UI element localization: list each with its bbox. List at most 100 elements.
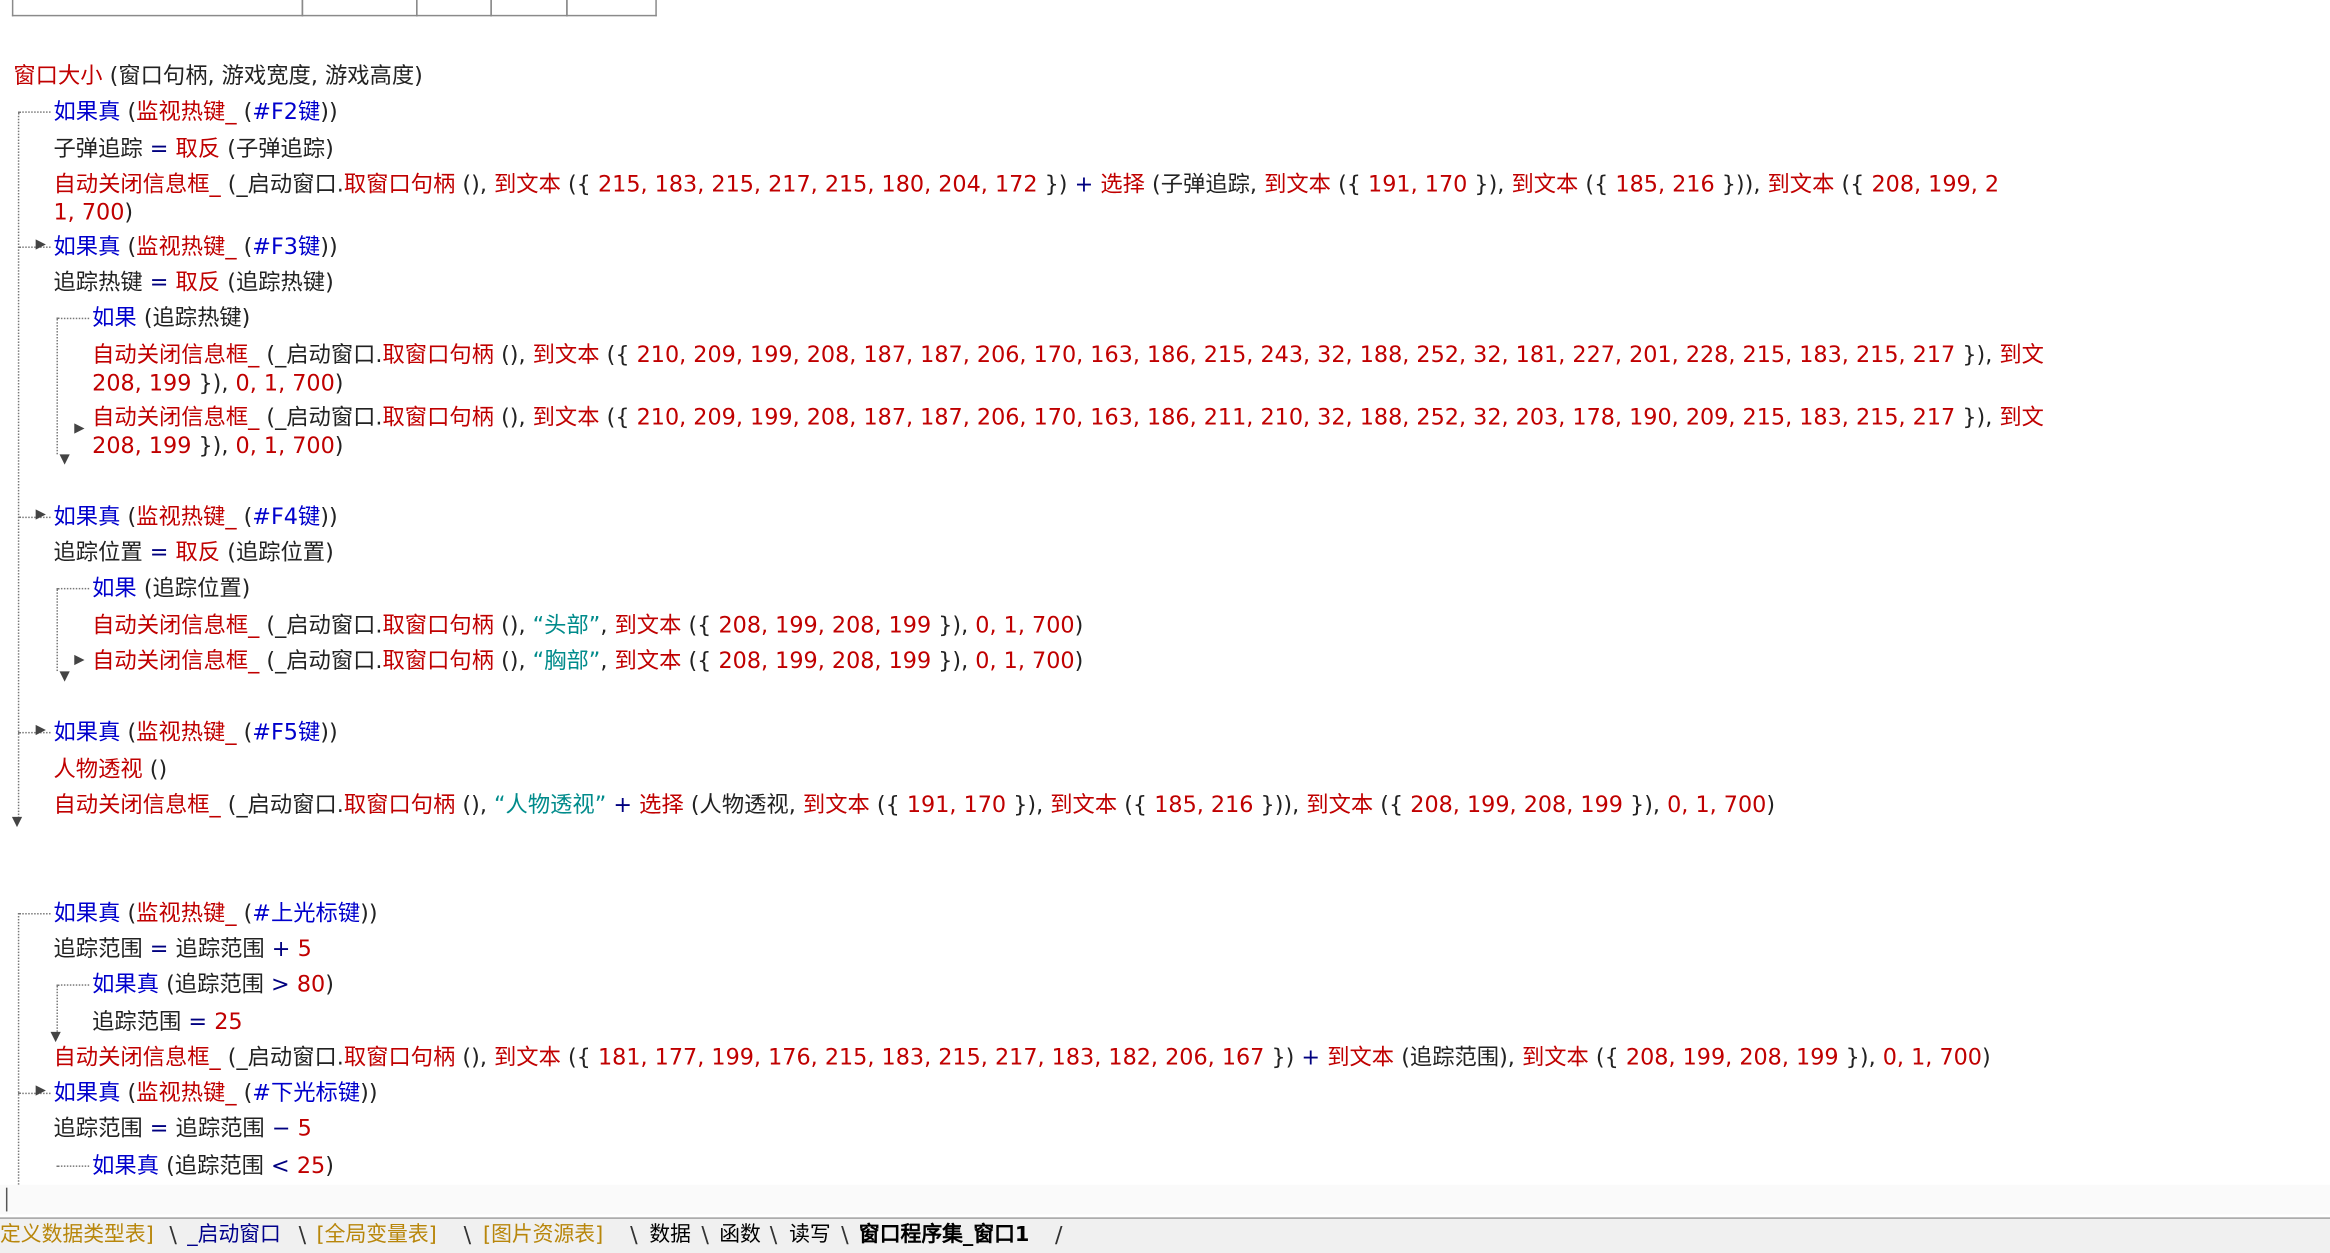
code-line[interactable]: 自动关闭信息框_ (_启动窗口.取窗口句柄 (), “胸部”, 到文本 ({ 2… — [92, 646, 1083, 676]
code-token: 追踪范围 — [53, 935, 150, 963]
code-token: 215, 183, 215, 217, 215, 180, 204, 172 — [597, 170, 1038, 198]
tab-startup-window[interactable]: _启动窗口 — [187, 1222, 281, 1249]
code-line[interactable]: 如果 (追踪位置) — [92, 573, 250, 603]
code-line[interactable]: 自动关闭信息框_ (_启动窗口.取窗口句柄 (), 到文本 ({ 181, 17… — [53, 1042, 1990, 1072]
code-token: 208, 199, 208, 199 — [718, 647, 932, 675]
tab-functions[interactable]: 函数 — [719, 1222, 761, 1249]
code-line[interactable]: 如果 (追踪热键) — [92, 303, 250, 333]
code-line[interactable]: 208, 199 }), 0, 1, 700) — [92, 431, 343, 461]
code-line[interactable]: 追踪范围 = 追踪范围 − 5 — [53, 1113, 311, 1143]
code-line[interactable]: 追踪位置 = 取反 (追踪位置) — [53, 537, 333, 567]
code-line[interactable]: 如果真 (追踪范围 < 25) — [92, 1151, 334, 1181]
code-token: ({ — [599, 403, 637, 431]
tab-read-write[interactable]: 读写 — [789, 1222, 831, 1249]
code-token: ({ — [1330, 170, 1369, 198]
code-line[interactable]: 自动关闭信息框_ (_启动窗口.取窗口句柄 (), 到文本 ({ 210, 20… — [92, 340, 2044, 370]
code-token: (子弹追踪, — [1144, 170, 1265, 198]
code-token: 选择 — [1100, 170, 1145, 198]
code-token: 如果 — [92, 574, 137, 602]
code-token: = — [149, 268, 169, 296]
code-line[interactable]: 窗口大小 (窗口句柄, 游戏宽度, 游戏高度) — [13, 61, 422, 91]
code-line[interactable]: 1, 700) — [53, 197, 133, 227]
code-line[interactable]: 子弹追踪 = 取反 (子弹追踪) — [53, 134, 333, 164]
code-line[interactable]: 自动关闭信息框_ (_启动窗口.取窗口句柄 (), “人物透视” + 选择 (人… — [53, 790, 1775, 820]
code-token: 监视热键_ — [136, 97, 237, 125]
code-token: < — [271, 1152, 290, 1179]
code-token: (), — [493, 341, 533, 369]
code-token: () — [142, 755, 168, 783]
code-token: 191, 170 — [906, 791, 1007, 819]
code-token: (窗口句柄, 游戏宽度, 游戏高度) — [102, 62, 423, 90]
arrow-right-icon: ▶ — [35, 507, 46, 523]
code-token: 监视热键_ — [136, 503, 237, 531]
code-token: (_启动窗口. — [259, 647, 383, 675]
code-line[interactable]: 208, 199 }), 0, 1, 700) — [92, 368, 343, 398]
code-token: 取窗口句柄 — [343, 170, 456, 198]
code-token: )) — [320, 718, 338, 746]
code-token: (_启动窗口. — [220, 791, 344, 819]
code-token: = — [149, 1114, 169, 1142]
code-token: 208, 199, 208, 199 — [1410, 791, 1623, 819]
code-token: 自动关闭信息框_ — [53, 791, 221, 819]
code-token: ({ — [681, 647, 719, 675]
code-line[interactable]: 如果真 (监视热键_ (#F2键)) — [53, 96, 337, 126]
code-token: (追踪热键) — [220, 268, 334, 296]
code-token: 自动关闭信息框_ — [53, 170, 221, 198]
code-line[interactable]: 如果真 (监视热键_ (#上光标键)) — [53, 898, 377, 928]
code-line[interactable]: 如果真 (监视热键_ (#下光标键)) — [53, 1078, 377, 1108]
code-token: 到文本 — [1511, 170, 1579, 198]
code-token: })), — [1714, 170, 1768, 198]
code-token: 自动关闭信息框_ — [92, 611, 260, 639]
code-token: ( — [120, 899, 137, 927]
code-area[interactable]: ▼ ▼ ▼ ▼ ▶ ▶ ▶ ▶ ▶ ▶ 窗口大小 (窗口句柄, 游戏宽度, 游戏… — [0, 0, 2330, 1188]
code-token: (追踪范围 — [159, 1152, 272, 1179]
tab-data[interactable]: 数据 — [649, 1222, 691, 1249]
code-token: 窗口大小 — [13, 62, 103, 90]
code-token: 如果真 — [53, 1079, 121, 1107]
code-token: 取反 — [175, 135, 221, 162]
code-token: 取窗口句柄 — [343, 1043, 456, 1071]
code-token: 如果真 — [53, 233, 121, 260]
code-line[interactable]: 追踪热键 = 取反 (追踪热键) — [53, 267, 333, 297]
tab-image-resources[interactable]: [图片资源表] — [483, 1222, 603, 1249]
code-line[interactable]: 如果真 (监视热键_ (#F3键)) — [53, 232, 337, 262]
code-token: 到文本 — [532, 403, 600, 431]
tab-custom-data-types[interactable]: 定义数据类型表] — [0, 1222, 154, 1249]
code-token: ({ — [681, 611, 719, 639]
code-line[interactable]: 如果真 (监视热键_ (#F5键)) — [53, 717, 337, 747]
tab-window-assembly[interactable]: 窗口程序集_窗口1 — [859, 1222, 1030, 1249]
code-token: )) — [320, 233, 338, 260]
tab-separator: \ — [841, 1221, 849, 1249]
code-token: #下光标键 — [252, 1079, 361, 1107]
code-line[interactable]: 人物透视 () — [53, 754, 167, 784]
code-token: 5 — [297, 935, 312, 963]
code-line[interactable]: 如果真 (监视热键_ (#F4键)) — [53, 502, 337, 532]
code-token: ({ — [1117, 791, 1155, 819]
code-token: 追踪范围 — [92, 1008, 189, 1035]
code-token: ({ — [1578, 170, 1616, 198]
code-line[interactable]: 追踪范围 = 25 — [92, 1007, 242, 1037]
code-token: #F4键 — [252, 503, 321, 531]
code-token: 追踪范围 — [168, 1114, 272, 1142]
tab-separator: / — [1055, 1221, 1063, 1249]
horizontal-scrollbar[interactable] — [0, 1184, 2330, 1215]
code-token: 到文本 — [614, 647, 682, 675]
code-token: (追踪热键) — [136, 304, 251, 332]
code-token: 185, 216 — [1154, 791, 1254, 819]
tab-separator: \ — [463, 1221, 472, 1249]
code-token: }), — [931, 611, 976, 639]
code-token: ({ — [560, 1043, 598, 1071]
code-token: (), — [493, 647, 533, 675]
code-token: + — [1074, 170, 1094, 198]
code-token: ) — [1074, 647, 1084, 675]
code-line[interactable]: 自动关闭信息框_ (_启动窗口.取窗口句柄 (), 到文本 ({ 210, 20… — [92, 402, 2044, 432]
code-token: 80 — [296, 970, 326, 998]
code-line[interactable]: 如果真 (追踪范围 > 80) — [92, 969, 334, 999]
code-token: #F3键 — [252, 233, 321, 260]
code-line[interactable]: 自动关闭信息框_ (_启动窗口.取窗口句柄 (), “头部”, 到文本 ({ 2… — [92, 610, 1083, 640]
code-line[interactable]: 自动关闭信息框_ (_启动窗口.取窗口句柄 (), 到文本 ({ 215, 18… — [53, 169, 1999, 199]
code-token: 监视热键_ — [136, 718, 237, 746]
tab-global-variables[interactable]: [全局变量表] — [317, 1222, 437, 1249]
code-line[interactable]: 追踪范围 = 追踪范围 + 5 — [53, 934, 311, 964]
